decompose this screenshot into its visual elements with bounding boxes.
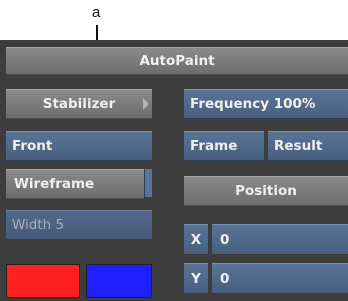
frame-label: Frame bbox=[190, 138, 238, 154]
panel-title: AutoPaint bbox=[6, 47, 348, 75]
wireframe-label: Wireframe bbox=[14, 176, 95, 192]
y-axis-tag: Y bbox=[184, 263, 208, 293]
wireframe-button[interactable]: Wireframe bbox=[6, 169, 144, 199]
color-swatch-blue[interactable] bbox=[86, 264, 152, 298]
width-label: Width 5 bbox=[12, 217, 65, 233]
result-button[interactable]: Result bbox=[268, 131, 348, 161]
position-header: Position bbox=[184, 176, 348, 206]
stabilizer-button[interactable]: Stabilizer bbox=[6, 89, 152, 119]
frequency-label: Frequency 100% bbox=[190, 96, 316, 112]
frequency-field[interactable]: Frequency 100% bbox=[184, 89, 348, 119]
frame-button[interactable]: Frame bbox=[184, 131, 264, 161]
position-y-field[interactable]: 0 bbox=[212, 263, 348, 293]
stabilizer-label: Stabilizer bbox=[42, 96, 116, 112]
wireframe-toggle-tab[interactable] bbox=[144, 169, 152, 197]
color-swatch-red[interactable] bbox=[6, 264, 80, 298]
x-value: 0 bbox=[220, 231, 230, 248]
position-x-field[interactable]: 0 bbox=[212, 224, 348, 254]
submenu-arrow-icon bbox=[143, 98, 149, 110]
front-view-dropdown[interactable]: Front bbox=[6, 131, 152, 161]
y-value: 0 bbox=[220, 270, 230, 287]
x-axis-tag: X bbox=[184, 224, 208, 254]
result-label: Result bbox=[274, 138, 323, 154]
position-label: Position bbox=[235, 183, 297, 199]
width-field[interactable]: Width 5 bbox=[6, 210, 152, 240]
front-label: Front bbox=[12, 138, 53, 154]
callout-label: a bbox=[92, 4, 101, 21]
